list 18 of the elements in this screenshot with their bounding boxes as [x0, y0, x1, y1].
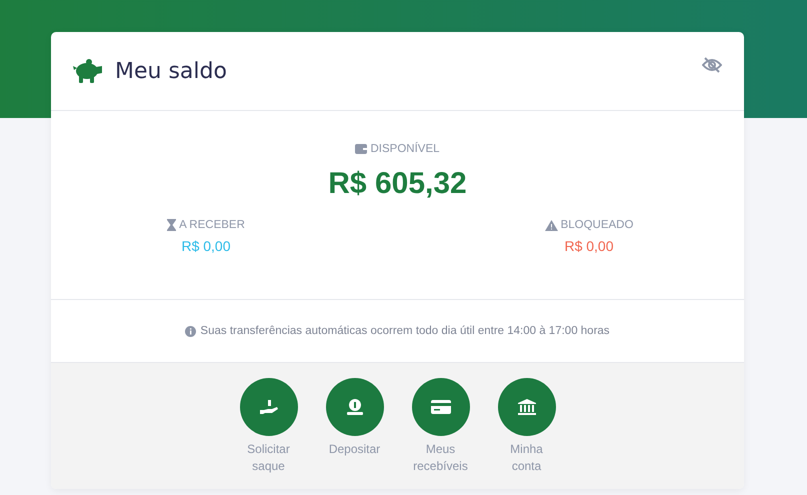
info-icon [185, 326, 196, 336]
coin-tray-icon [346, 399, 364, 415]
warning-icon [544, 220, 558, 230]
info-text: Suas transferências automáticas ocorrem todo dia útil entre 14:00 à 17:00 horas [200, 325, 610, 337]
credit-card-icon [430, 400, 450, 414]
piggy-bank-icon [73, 58, 103, 84]
available-label: DISPONÍVEL [370, 143, 440, 155]
hourglass-icon [167, 219, 176, 231]
balance-label: A RECEBER [179, 219, 245, 231]
bank-icon [518, 399, 536, 415]
available-amount: R$ 605,32 [328, 167, 467, 201]
card-title: Meu saldo [115, 58, 227, 84]
balance-amount: R$ 0,00 [564, 238, 614, 254]
balance-label: BLOQUEADO [560, 219, 634, 231]
balance-amount: R$ 0,00 [181, 238, 231, 254]
wallet-icon [355, 144, 368, 154]
eye-slash-icon[interactable] [702, 57, 722, 73]
hand-coin-icon [260, 399, 278, 415]
